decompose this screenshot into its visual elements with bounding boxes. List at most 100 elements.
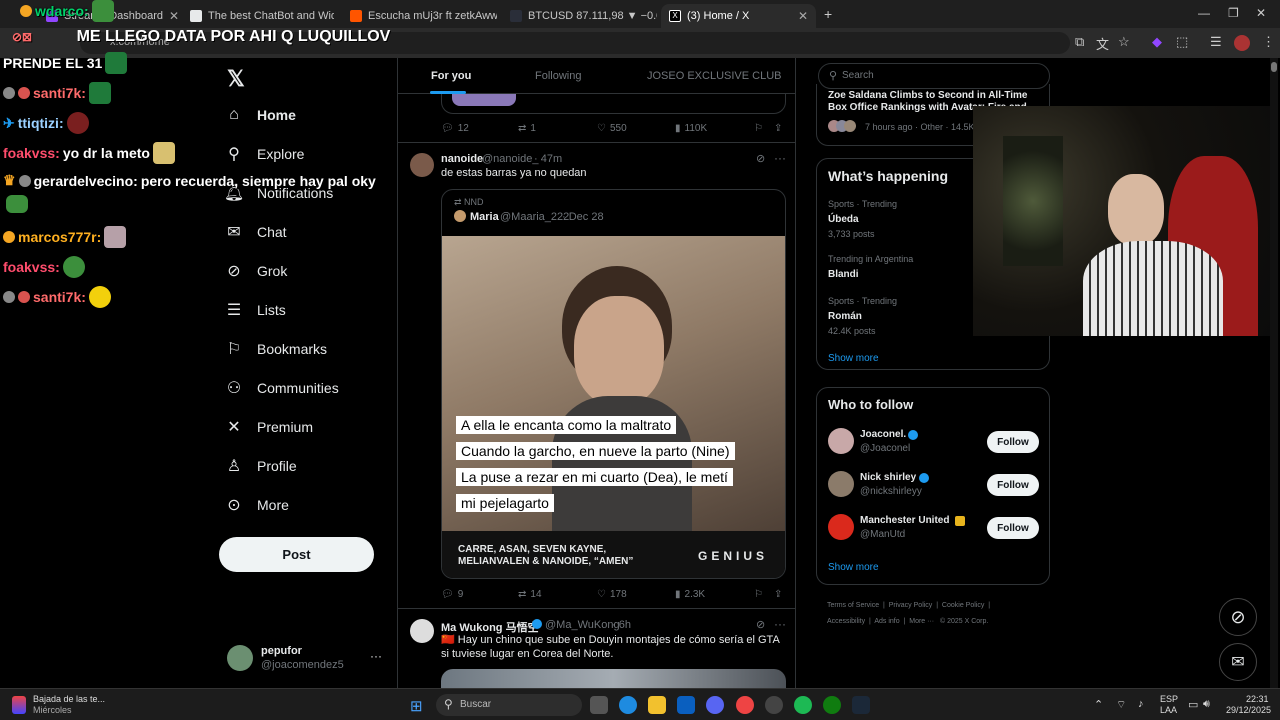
maximize-button[interactable]: ❐ — [1228, 6, 1239, 20]
profile-avatar-icon[interactable] — [1234, 35, 1250, 51]
tab-for-you[interactable]: For you — [431, 70, 471, 82]
more-icon[interactable]: ··· — [774, 151, 786, 165]
xbox-icon[interactable] — [823, 696, 841, 714]
grok-icon[interactable]: ⊘ — [756, 618, 765, 631]
install-app-icon[interactable]: ⧉ — [1075, 34, 1084, 50]
volume-icon[interactable]: 🔊︎ — [1203, 698, 1210, 711]
footer-link[interactable]: Terms of Service — [827, 602, 879, 609]
follow-button[interactable]: Follow — [987, 474, 1039, 496]
obs-icon[interactable] — [765, 696, 783, 714]
repost-button[interactable]: ⇄ 1 — [518, 123, 536, 134]
edge-icon[interactable] — [619, 696, 637, 714]
quoted-post[interactable]: ⇄ NND Maria @Maaria_222 · Dec 28 A ella … — [441, 189, 786, 579]
browser-tab-soundcloud[interactable]: Escucha mUj3r ft zetkAww de g ✕ — [342, 4, 497, 28]
nav-communities[interactable]: ⚇ Communities — [225, 379, 339, 397]
like-button[interactable]: ♡ 550 — [597, 123, 627, 134]
follow-button[interactable]: Follow — [987, 431, 1039, 453]
post[interactable]: nanoide @nanoide_ · 47m ⊘ ··· de estas b… — [398, 143, 795, 603]
windows-start-icon[interactable]: ⊞ — [410, 697, 423, 715]
tab-joseo-exclusive-club[interactable]: JOSEO EXCLUSIVE CLUB — [647, 70, 782, 82]
nav-bookmarks[interactable]: ⚐ Bookmarks — [225, 340, 327, 358]
network-icon[interactable]: ⌔ — [1116, 698, 1126, 712]
browser-tab-x-home[interactable]: X (3) Home / X ✕ — [661, 4, 816, 28]
follow-button[interactable]: Follow — [987, 517, 1039, 539]
scrollbar-thumb[interactable] — [1271, 62, 1277, 72]
messages-floating-button[interactable]: ✉ — [1219, 643, 1257, 681]
user-handle[interactable]: @Joaconel — [860, 443, 910, 454]
language-indicator[interactable]: ESP — [1160, 694, 1178, 704]
show-more-link[interactable]: Show more — [828, 562, 879, 573]
author-handle[interactable]: @nanoide_ — [482, 153, 538, 165]
chrome-icon[interactable] — [736, 696, 754, 714]
browser-tab-btcusd[interactable]: BTCUSD 87.111,98 ▼ −0.08% S ✕ — [502, 4, 657, 28]
nav-chat[interactable]: ✉ Chat — [225, 223, 286, 241]
reading-list-icon[interactable]: ☰ — [1210, 34, 1222, 50]
close-tab-icon[interactable]: ✕ — [169, 9, 179, 23]
extension-twitch-icon[interactable]: ◆ — [1152, 34, 1162, 50]
post-button[interactable]: Post — [219, 537, 374, 572]
extensions-icon[interactable]: ⬚ — [1176, 34, 1188, 50]
footer-link[interactable]: Cookie Policy — [942, 602, 984, 609]
menu-icon[interactable]: ⋮ — [1262, 34, 1275, 50]
grok-floating-button[interactable]: ⊘ — [1219, 598, 1257, 636]
discord-icon[interactable] — [706, 696, 724, 714]
user-handle[interactable]: @nickshirleyy — [860, 486, 922, 497]
user-handle[interactable]: @ManUtd — [860, 529, 905, 540]
store-icon[interactable] — [677, 696, 695, 714]
browser-tab-chatbot[interactable]: The best ChatBot and Widgets ✕ — [182, 4, 334, 28]
author-name[interactable]: nanoide — [441, 153, 483, 165]
footer-link[interactable]: Privacy Policy — [889, 602, 933, 609]
spotify-icon[interactable] — [794, 696, 812, 714]
manchester-united-crest-icon[interactable] — [828, 514, 854, 540]
taskbar-search[interactable]: ⚲ Buscar — [436, 694, 582, 716]
bookmark-button[interactable]: ⚐ — [754, 589, 763, 600]
avatar[interactable] — [828, 471, 854, 497]
footer-link[interactable]: Ads info — [874, 618, 899, 625]
scrollbar[interactable] — [1270, 58, 1278, 688]
share-button[interactable]: ⇪ — [774, 589, 782, 600]
like-button[interactable]: ♡ 178 — [597, 589, 627, 600]
display-icon[interactable]: ▭ — [1188, 698, 1198, 711]
repost-button[interactable]: ⇄ 14 — [518, 589, 542, 600]
trend-item[interactable]: Trending in Argentina Blandi — [828, 254, 913, 280]
user-name[interactable]: Joaconel. — [860, 429, 906, 440]
post-time[interactable]: · 6h — [612, 619, 631, 631]
post[interactable]: Ma Wukong 马悟空 @Ma_WuKong · 6h ⊘ ··· 🇨🇳 H… — [398, 609, 795, 688]
steam-icon[interactable] — [852, 696, 870, 714]
star-icon[interactable]: ☆ — [1118, 34, 1130, 50]
more-icon[interactable]: ··· — [370, 649, 382, 663]
weather-title[interactable]: Bajada de las te... — [33, 694, 105, 704]
footer-link[interactable]: Accessibility — [827, 618, 865, 625]
post-time[interactable]: · 47m — [534, 153, 562, 165]
close-window-button[interactable]: ✕ — [1256, 6, 1266, 20]
account-switcher[interactable]: pepufor @joacomendez5 ··· — [227, 643, 387, 675]
author-handle[interactable]: @Ma_WuKong — [545, 619, 620, 631]
nav-home[interactable]: ⌂ Home — [225, 106, 296, 124]
more-icon[interactable]: ··· — [774, 617, 786, 631]
clock-time[interactable]: 22:31 — [1246, 694, 1269, 704]
video-player[interactable]: A ella le encanta como la maltrato Cuand… — [442, 236, 785, 536]
nav-premium[interactable]: ✕ Premium — [225, 418, 313, 436]
tab-following[interactable]: Following — [535, 70, 581, 82]
new-tab-button[interactable]: + — [824, 6, 832, 22]
nav-explore[interactable]: ⚲ Explore — [225, 145, 304, 163]
nav-more[interactable]: ⊙ More — [225, 496, 289, 514]
chevron-up-icon[interactable]: ⌃ — [1094, 698, 1103, 711]
bookmark-button[interactable]: ⚐ — [754, 123, 763, 134]
microphone-icon[interactable]: ♪ — [1138, 698, 1144, 710]
nav-lists[interactable]: ☰ Lists — [225, 301, 286, 319]
task-view-icon[interactable] — [590, 696, 608, 714]
nav-profile[interactable]: ♙ Profile — [225, 457, 297, 475]
close-tab-icon[interactable]: ✕ — [798, 9, 808, 23]
share-button[interactable]: ⇪ — [774, 123, 782, 134]
user-name[interactable]: Manchester United — [860, 515, 949, 526]
reply-button[interactable]: 💬︎ 9 — [441, 589, 463, 600]
user-name[interactable]: Nick shirley — [860, 472, 916, 483]
avatar[interactable] — [828, 428, 854, 454]
reply-button[interactable]: 💬︎ 12 — [441, 123, 469, 134]
nav-grok[interactable]: ⊘ Grok — [225, 262, 287, 280]
grok-icon[interactable]: ⊘ — [756, 152, 765, 165]
views-button[interactable]: ▮ 2.3K — [675, 589, 705, 600]
clock-date[interactable]: 29/12/2025 — [1226, 705, 1271, 715]
file-explorer-icon[interactable] — [648, 696, 666, 714]
